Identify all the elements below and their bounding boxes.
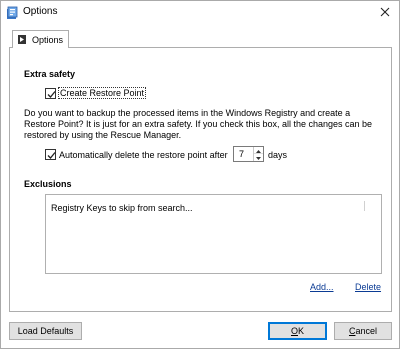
auto-delete-checkbox[interactable] (45, 149, 56, 160)
load-defaults-button[interactable]: Load Defaults (9, 322, 82, 340)
extra-safety-heading: Extra safety (24, 69, 76, 79)
exclusions-heading: Exclusions (24, 179, 72, 189)
options-tab-icon (18, 35, 26, 44)
exclusions-list-placeholder: Registry Keys to skip from search... (51, 203, 193, 213)
create-restore-point-checkbox[interactable] (45, 88, 56, 99)
chevron-up-icon[interactable] (254, 147, 263, 154)
auto-delete-label[interactable]: Automatically delete the restore point a… (59, 150, 228, 160)
close-icon[interactable] (377, 4, 393, 20)
exclusions-list[interactable]: Registry Keys to skip from search... (45, 194, 382, 274)
chevron-down-icon[interactable] (254, 154, 263, 161)
options-dialog: Options Options Extra safety Create Rest… (0, 0, 400, 349)
delete-exclusion-link[interactable]: Delete (355, 282, 381, 292)
title-bar[interactable]: Options (1, 1, 399, 25)
window-title: Options (23, 6, 58, 17)
create-restore-point-label[interactable]: Create Restore Point (58, 87, 147, 99)
days-stepper[interactable]: 7 (233, 146, 264, 162)
app-icon (5, 6, 19, 20)
days-stepper-buttons (253, 147, 263, 161)
restore-point-description: Do you want to backup the processed item… (24, 108, 373, 140)
tab-options-label: Options (32, 35, 64, 45)
days-unit-label: days (268, 150, 288, 160)
ok-button[interactable]: OK (268, 322, 327, 340)
cancel-button[interactable]: Cancel (334, 322, 392, 340)
add-exclusion-link[interactable]: Add... (310, 282, 334, 292)
days-value[interactable]: 7 (239, 149, 244, 159)
tab-options[interactable]: Options (12, 30, 69, 48)
list-column-divider (364, 201, 365, 211)
